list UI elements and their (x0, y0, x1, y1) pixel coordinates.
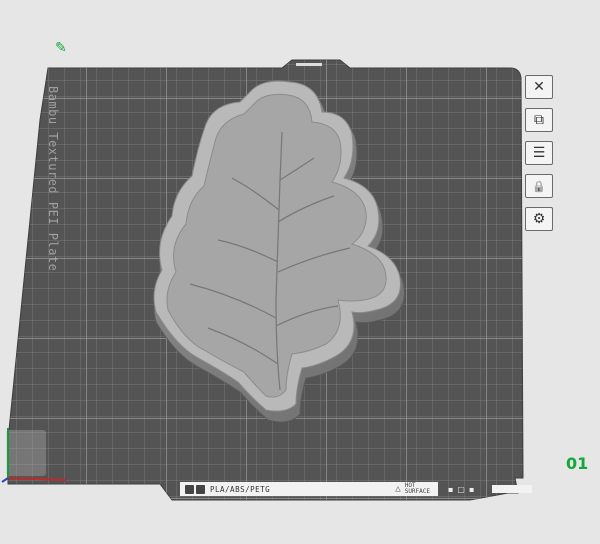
edit-plate-name-icon[interactable]: ✎ (55, 40, 67, 56)
hot-surface-warning: △ HOT SURFACE (395, 483, 430, 495)
lock-plate-button[interactable]: 🔒 (525, 174, 553, 198)
close-icon: ✕ (533, 79, 545, 95)
build-plate-viewport[interactable] (0, 0, 600, 544)
arrange-icon: ⧉ (534, 112, 544, 128)
plate-toolbar: ✕ ⧉ ☰ 🔒 ⚙ (525, 75, 557, 240)
plate-settings-button[interactable]: ☰ (525, 141, 553, 165)
stripe-marker-icon (492, 485, 533, 493)
nozzle-icon: ▪ (448, 484, 454, 494)
plate-edge-icons: ▪ ▢ ▪ (448, 482, 543, 496)
lock-icon: 🔒 (532, 179, 546, 193)
plate-info-bar: PLA/ABS/PETG △ HOT SURFACE (180, 482, 438, 496)
nozzle-icon-2: ▪ (468, 484, 475, 494)
bambu-logo-icon (185, 484, 194, 494)
cool-plate-icon (196, 484, 205, 494)
plate-label-wrap: Bambu Textured PEI Plate (38, 86, 64, 271)
surface-label: SURFACE (404, 488, 430, 495)
origin-marker (6, 430, 46, 476)
filament-types: PLA/ABS/PETG (210, 484, 271, 494)
arrange-button[interactable]: ⧉ (525, 108, 553, 132)
plate-type-label: Bambu Textured PEI Plate (46, 86, 60, 272)
plate-number[interactable]: 01 (566, 454, 588, 473)
settings-button[interactable]: ⚙ (525, 207, 553, 231)
gear-icon: ⚙ (532, 211, 546, 227)
y-axis (1, 477, 9, 483)
plate-icon: ▢ (457, 484, 465, 494)
plate-settings-icon: ☰ (532, 145, 546, 161)
close-plate-button[interactable]: ✕ (525, 75, 553, 99)
plate-top-notch (296, 63, 322, 66)
warning-icon: △ (395, 484, 401, 494)
